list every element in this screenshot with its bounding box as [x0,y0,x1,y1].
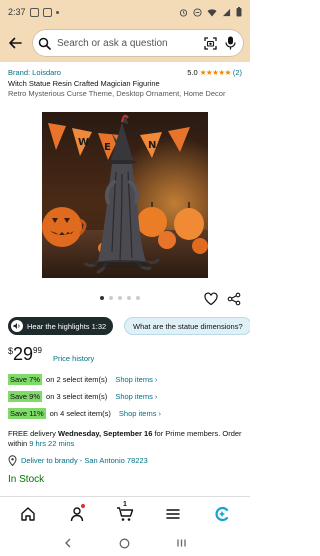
notification-icon [42,7,52,17]
person-icon [70,506,83,521]
hear-highlights-label: Hear the highlights 1:32 [27,321,107,331]
price-history-link[interactable]: Price history [53,354,94,363]
carousel-dot [109,296,113,300]
order-countdown: 9 hrs 22 mins [29,439,75,448]
back-button[interactable] [6,34,24,52]
rating-summary[interactable]: 5.0 ★★★★★ (2) [187,68,242,77]
notification-icon [29,7,39,17]
product-title: Witch Statue Resin Crafted Magician Figu… [8,79,160,88]
nav-home[interactable] [17,503,39,525]
savings-text: on 3 select item(s) [46,392,108,401]
savings-row: Save 11% on 4 select item(s) Shop items … [8,408,161,419]
stock-status: In Stock [8,474,45,485]
carousel-dot [118,296,122,300]
rating-stars: ★★★★★ [199,68,232,77]
app-header: Search or ask a question [0,24,250,62]
nav-cart[interactable]: 1 [114,500,136,525]
image-carousel-indicator [100,296,140,300]
voice-search-button[interactable] [222,35,238,51]
status-bar: 2:37 [0,0,250,24]
deliver-to-link[interactable]: Deliver to brandy - San Antonio 78223 [8,455,148,466]
savings-row: Save 7% on 2 select item(s) Shop items › [8,374,157,385]
question-chip-label: What are the statue dimensions? [133,321,243,331]
dnd-icon [193,7,202,17]
carousel-dot [100,296,104,300]
nav-menu[interactable] [162,503,184,525]
shop-items-link[interactable]: Shop items › [119,409,161,418]
search-icon [38,37,51,50]
camera-scan-icon [203,36,217,50]
alarm-icon [179,8,188,17]
price: $ 29 99 [8,344,42,364]
price-fraction: 99 [33,346,42,355]
savings-text: on 4 select item(s) [49,409,111,418]
question-chip[interactable]: What are the statue dimensions? [124,317,250,335]
system-home-icon[interactable] [119,538,130,549]
signal-icon [222,8,231,16]
wifi-icon [207,8,217,16]
cart-icon [116,506,134,521]
savings-badge: Save 7% [8,374,43,385]
nav-rufus[interactable] [211,503,233,525]
system-recents-icon[interactable] [177,538,187,548]
system-navigation [0,530,250,556]
shop-items-link[interactable]: Shop items › [115,375,157,384]
search-bar[interactable]: Search or ask a question [32,29,244,57]
battery-icon [236,7,242,17]
rating-count: (2) [232,68,242,77]
more-notifications-icon [55,10,59,14]
location-pin-icon [8,455,17,466]
status-time: 2:37 [8,7,26,17]
delivery-message: FREE delivery Wednesday, September 16 fo… [8,429,244,449]
system-back-icon[interactable] [63,538,73,548]
carousel-dot [136,296,140,300]
savings-badge: Save 11% [8,408,46,419]
notification-dot [80,503,85,508]
search-input[interactable]: Search or ask a question [57,38,198,49]
heart-icon[interactable] [204,292,218,306]
speaker-icon [11,320,23,332]
savings-text: on 2 select item(s) [46,375,108,384]
share-icon[interactable] [227,292,241,306]
home-icon [21,506,35,521]
product-subtitle: Retro Mysterious Curse Theme, Desktop Or… [8,89,226,98]
bottom-navigation: 1 [0,496,250,530]
svg-text:W: W [78,137,89,148]
nav-account[interactable] [66,503,88,525]
carousel-dot [127,296,131,300]
shop-items-link[interactable]: Shop items › [115,392,157,401]
price-whole: 29 [13,344,34,364]
cart-count: 1 [122,500,127,508]
arrow-left-icon [9,37,22,49]
camera-scan-button[interactable] [202,35,218,51]
savings-badge: Save 9% [8,391,43,402]
microphone-icon [224,36,236,50]
product-image[interactable]: W E N [42,112,208,278]
menu-icon [166,508,181,519]
brand-link[interactable]: Brand: Loisdaro [8,68,61,77]
rufus-assistant-icon [215,506,228,521]
hear-highlights-button[interactable]: Hear the highlights 1:32 [8,317,114,335]
product-page: Brand: Loisdaro 5.0 ★★★★★ (2) Witch Stat… [0,62,250,496]
savings-row: Save 9% on 3 select item(s) Shop items › [8,391,157,402]
rating-value: 5.0 [187,68,198,77]
deliver-to-label: Deliver to brandy - San Antonio 78223 [21,456,148,465]
delivery-prefix: FREE delivery [8,429,59,438]
svg-text:N: N [148,140,156,151]
highlights-row: Hear the highlights 1:32 What are the st… [0,315,250,337]
delivery-date: Wednesday, September 16 [58,429,153,438]
svg-text:E: E [104,142,111,153]
